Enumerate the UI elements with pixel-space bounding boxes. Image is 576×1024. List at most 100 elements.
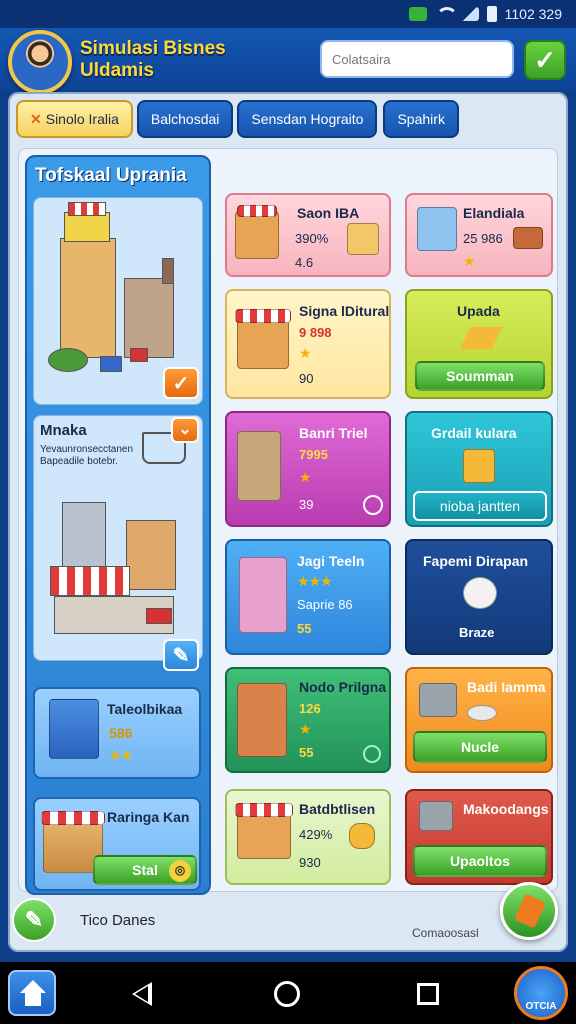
- home-icon[interactable]: [8, 970, 56, 1016]
- item-card-makoodangs[interactable]: Makoodangs Upaoltos: [405, 789, 553, 885]
- close-icon[interactable]: ✕: [30, 111, 42, 127]
- mini-card-taleolbikaa[interactable]: Taleolbikaa 586 ★★: [33, 687, 201, 779]
- card-title: Grdail kulara: [431, 425, 517, 441]
- edit-button[interactable]: ✎: [163, 639, 199, 671]
- tab-spahirk[interactable]: Spahirk: [383, 100, 459, 138]
- robot-icon: [463, 577, 497, 609]
- footer-label: Tico Danes: [80, 912, 156, 929]
- card-stat: 126: [299, 701, 321, 716]
- app-title: Simulasi Bisnes Uldamis: [80, 38, 280, 82]
- battery-icon: [486, 6, 497, 22]
- card-stat: 90: [299, 371, 314, 386]
- awning-icon: [235, 309, 291, 323]
- tab-balchosdai[interactable]: Balchosdai: [136, 100, 234, 138]
- button-label: nioba jantten: [439, 498, 521, 514]
- shop-button[interactable]: OTCIA: [514, 966, 568, 1020]
- left-column-title: Tofskaal Uprania: [35, 165, 187, 186]
- card-title: Nodo Prilgna: [299, 679, 387, 695]
- tab-label: Spahirk: [397, 111, 445, 127]
- mini-card-value: 586: [109, 725, 133, 741]
- tab-label: Balchosdai: [150, 111, 220, 127]
- card-title: Batdbtlisen: [299, 801, 376, 817]
- check-icon: ✓: [534, 45, 556, 75]
- edit-button[interactable]: ✎: [12, 898, 56, 942]
- mini-card-title: Raringa Kan: [107, 809, 190, 825]
- notification-icon: [408, 7, 427, 21]
- item-card-batdbtlisen[interactable]: Batdbtlisen 429% 930: [225, 789, 391, 885]
- select-button[interactable]: ✓: [163, 367, 199, 399]
- kiosk-icon: [237, 811, 291, 859]
- disc-icon: [467, 705, 497, 721]
- confirm-button[interactable]: ✓: [524, 40, 566, 80]
- status-time: 1102 329: [504, 6, 562, 22]
- awning-icon: [237, 205, 277, 217]
- chevron-down-icon: ⌄: [178, 421, 192, 438]
- shop-icon: [237, 315, 289, 369]
- card-title: Jagi Teeln: [297, 553, 365, 569]
- recent-apps-icon[interactable]: [417, 983, 439, 1005]
- upgrade-arrow-icon: [459, 327, 503, 349]
- search-input[interactable]: [320, 40, 514, 78]
- content-area: Tofskaal Uprania ✓ Mnaka Yevaunronseccta…: [18, 148, 558, 895]
- soumman-button[interactable]: Soumman: [415, 361, 545, 391]
- coin-icon: ◎: [169, 860, 191, 882]
- avatar[interactable]: [8, 30, 72, 94]
- item-card-elandiala[interactable]: Elandiala 25 986 ★: [405, 193, 553, 277]
- item-card-grdail[interactable]: Grdail kulara nioba jantten: [405, 411, 553, 527]
- puzzle-icon: [349, 823, 375, 849]
- left-column: Tofskaal Uprania ✓ Mnaka Yevaunronseccta…: [25, 155, 211, 895]
- card-stat: 7995: [299, 447, 328, 462]
- expand-button[interactable]: ⌄: [171, 417, 199, 443]
- tab-label: Sinolo Iralia: [45, 111, 119, 127]
- tab-sensdan[interactable]: Sensdan Hograito: [237, 100, 378, 138]
- card-stat: 9 898: [299, 325, 332, 340]
- item-card-upada[interactable]: Upada Soumman: [405, 289, 553, 399]
- card-stat: 4.6: [295, 255, 314, 270]
- check-icon: ✓: [172, 373, 190, 395]
- tab-bar: ✕ Sinolo Iralia Balchosdai Sensdan Hograi…: [16, 100, 459, 140]
- item-card-banri[interactable]: Banri Triel 7995 ★ 39: [225, 411, 391, 527]
- star-icon: ★: [299, 721, 312, 737]
- button-label: Stal: [132, 862, 158, 878]
- upaoltos-button[interactable]: Upaoltos: [413, 845, 547, 877]
- mini-card-raringa[interactable]: Raringa Kan Stal ◎: [33, 797, 201, 891]
- item-card-signa[interactable]: Signa lDitural 9 898 ★ 90: [225, 289, 391, 399]
- lock-icon: [463, 449, 495, 483]
- factory-icon: [237, 683, 287, 757]
- navigation-bar: OTCIA: [0, 962, 576, 1024]
- star-icon: ★★★: [297, 573, 333, 589]
- nioba-button[interactable]: nioba jantten: [413, 491, 547, 521]
- card-stat: 55: [297, 621, 312, 636]
- item-card-saon[interactable]: Saon IBA 390% 4.6: [225, 193, 391, 277]
- signal-icon: [460, 7, 479, 21]
- product-box-icon: [49, 699, 99, 759]
- item-card-fapemi[interactable]: Fapemi Dirapan Braze: [405, 539, 553, 655]
- card-title: Badi Iamma: [467, 679, 546, 695]
- button-label: Upaoltos: [450, 853, 510, 869]
- item-card-badi[interactable]: Badi Iamma Nucle: [405, 667, 553, 773]
- braze-button[interactable]: Braze: [459, 625, 494, 640]
- tower-icon: [239, 557, 287, 633]
- star-icon: ★: [463, 253, 476, 269]
- shop-icon: [235, 211, 279, 259]
- tab-sinolo[interactable]: ✕ Sinolo Iralia: [16, 100, 133, 138]
- back-icon[interactable]: [132, 982, 152, 1006]
- wifi-icon: [435, 7, 458, 21]
- info-icon[interactable]: [363, 495, 383, 515]
- item-card-nodo[interactable]: Nodo Prilgna 126 ★ 55: [225, 667, 391, 773]
- item-card-jagi[interactable]: Jagi Teeln ★★★ Saprie 86 55: [225, 539, 391, 655]
- card-stat: 930: [299, 855, 321, 870]
- pencil-icon: ✎: [172, 645, 190, 667]
- box-icon: [347, 223, 379, 255]
- card-title: Saon IBA: [297, 205, 360, 221]
- home-circle-icon[interactable]: [274, 981, 300, 1007]
- main-panel: ✕ Sinolo Iralia Balchosdai Sensdan Hograi…: [8, 92, 568, 1024]
- card-title: Elandiala: [463, 205, 525, 221]
- mini-card-title: Taleolbikaa: [107, 701, 183, 717]
- action-fab-button[interactable]: [500, 882, 558, 940]
- stal-button[interactable]: Stal ◎: [93, 855, 197, 885]
- card-stat: 429%: [299, 827, 333, 842]
- tab-label: Sensdan Hograito: [251, 111, 364, 127]
- pencil-icon: ✎: [24, 907, 44, 932]
- nucle-button[interactable]: Nucle: [413, 731, 547, 763]
